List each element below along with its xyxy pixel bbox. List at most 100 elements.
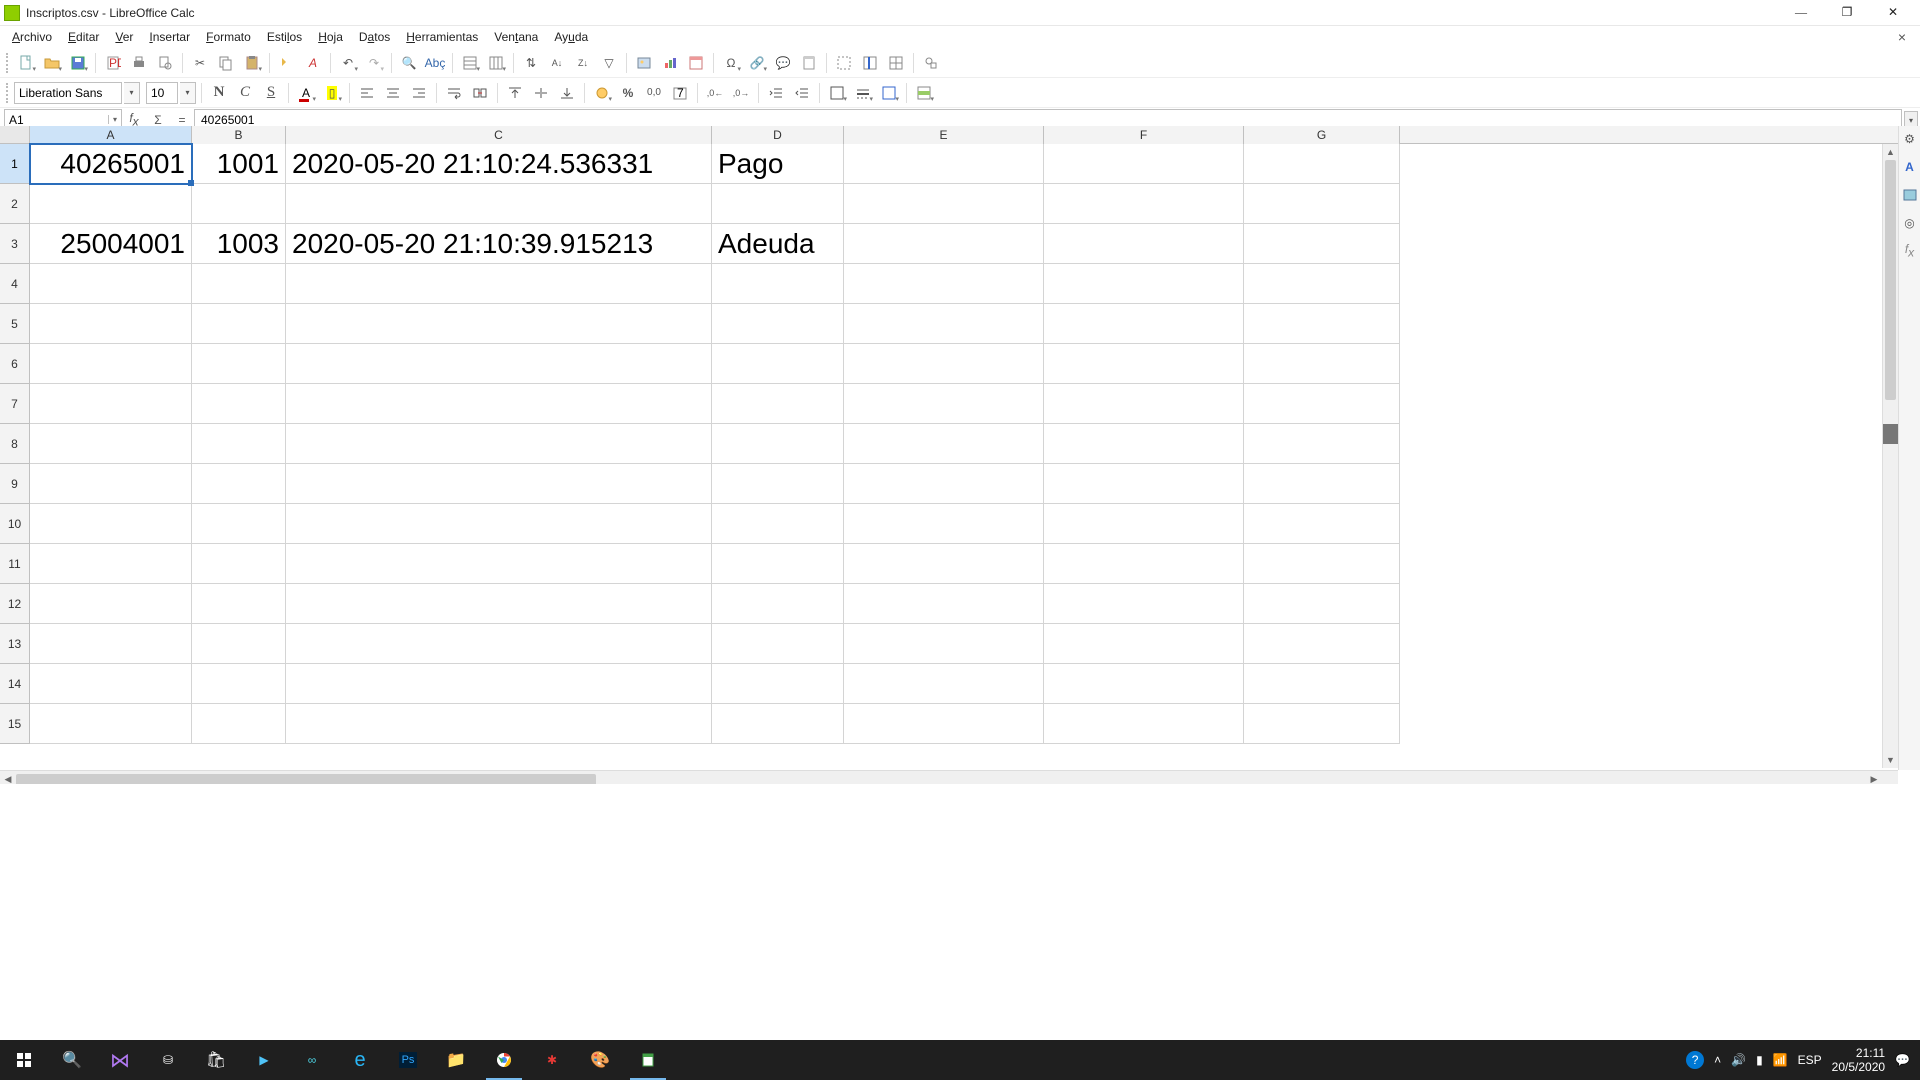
- taskbar-libreoffice-icon[interactable]: [624, 1040, 672, 1080]
- tray-clock[interactable]: 21:11 20/5/2020: [1832, 1046, 1885, 1075]
- row-header[interactable]: 1: [0, 144, 30, 184]
- column-operations-button[interactable]: [484, 51, 508, 75]
- row-header[interactable]: 6: [0, 344, 30, 384]
- menu-archivo[interactable]: Archivo: [4, 28, 60, 46]
- menu-herramientas[interactable]: Herramientas: [398, 28, 486, 46]
- start-button[interactable]: [0, 1040, 48, 1080]
- cell-E6[interactable]: [844, 344, 1044, 384]
- cell-C1[interactable]: 2020-05-20 21:10:24.536331: [286, 144, 712, 184]
- cell-G4[interactable]: [1244, 264, 1400, 304]
- headers-footers-button[interactable]: [797, 51, 821, 75]
- cell-D1[interactable]: Pago: [712, 144, 844, 184]
- clear-formatting-button[interactable]: A: [301, 51, 325, 75]
- cell-A2[interactable]: [30, 184, 192, 224]
- row-header[interactable]: 8: [0, 424, 30, 464]
- cell-B11[interactable]: [192, 544, 286, 584]
- row-header[interactable]: 10: [0, 504, 30, 544]
- tray-volume-icon[interactable]: 🔊: [1731, 1053, 1746, 1067]
- vertical-scroll-thumb[interactable]: [1885, 160, 1896, 400]
- align-right-button[interactable]: [407, 81, 431, 105]
- cell-D14[interactable]: [712, 664, 844, 704]
- cell-A5[interactable]: [30, 304, 192, 344]
- cell-B6[interactable]: [192, 344, 286, 384]
- cell-D9[interactable]: [712, 464, 844, 504]
- column-header-D[interactable]: D: [712, 126, 844, 144]
- align-vcenter-button[interactable]: [529, 81, 553, 105]
- cell-G11[interactable]: [1244, 544, 1400, 584]
- border-style-button[interactable]: [851, 81, 875, 105]
- insert-special-char-button[interactable]: Ω: [719, 51, 743, 75]
- cell-C2[interactable]: [286, 184, 712, 224]
- column-header-F[interactable]: F: [1044, 126, 1244, 144]
- number-format-button[interactable]: 0,0: [642, 81, 666, 105]
- cell-E9[interactable]: [844, 464, 1044, 504]
- increase-indent-button[interactable]: [764, 81, 788, 105]
- tray-notifications-icon[interactable]: 💬: [1895, 1053, 1910, 1067]
- cell-C14[interactable]: [286, 664, 712, 704]
- cell-D12[interactable]: [712, 584, 844, 624]
- insert-comment-button[interactable]: 💬: [771, 51, 795, 75]
- cell-F12[interactable]: [1044, 584, 1244, 624]
- merge-cells-button[interactable]: [468, 81, 492, 105]
- cell-D13[interactable]: [712, 624, 844, 664]
- row-header[interactable]: 13: [0, 624, 30, 664]
- cell-A15[interactable]: [30, 704, 192, 744]
- cell-D15[interactable]: [712, 704, 844, 744]
- cell-A12[interactable]: [30, 584, 192, 624]
- cell-B4[interactable]: [192, 264, 286, 304]
- font-size-dropdown[interactable]: ▾: [180, 82, 196, 104]
- date-format-button[interactable]: 7: [668, 81, 692, 105]
- cell-A8[interactable]: [30, 424, 192, 464]
- decrease-indent-button[interactable]: [790, 81, 814, 105]
- clone-formatting-button[interactable]: [275, 51, 299, 75]
- cell-E7[interactable]: [844, 384, 1044, 424]
- cell-G10[interactable]: [1244, 504, 1400, 544]
- cell-B14[interactable]: [192, 664, 286, 704]
- row-header[interactable]: 11: [0, 544, 30, 584]
- row-header[interactable]: 4: [0, 264, 30, 304]
- window-close-button[interactable]: ✕: [1870, 0, 1916, 26]
- cell-A7[interactable]: [30, 384, 192, 424]
- cell-E8[interactable]: [844, 424, 1044, 464]
- cell-D11[interactable]: [712, 544, 844, 584]
- cell-C9[interactable]: [286, 464, 712, 504]
- sort-button[interactable]: ⇅: [519, 51, 543, 75]
- sort-desc-button[interactable]: Z↓: [571, 51, 595, 75]
- cell-B1[interactable]: 1001: [192, 144, 286, 184]
- print-button[interactable]: [127, 51, 151, 75]
- cell-A13[interactable]: [30, 624, 192, 664]
- bold-button[interactable]: N: [207, 81, 231, 105]
- insert-pivot-button[interactable]: [684, 51, 708, 75]
- cell-B3[interactable]: 1003: [192, 224, 286, 264]
- search-button[interactable]: 🔍: [48, 1040, 96, 1080]
- menu-ventana[interactable]: Ventana: [486, 28, 546, 46]
- taskbar-vs-icon[interactable]: ⋈: [96, 1040, 144, 1080]
- open-button[interactable]: [40, 51, 64, 75]
- cell-C13[interactable]: [286, 624, 712, 664]
- new-document-button[interactable]: [14, 51, 38, 75]
- menu-formato[interactable]: Formato: [198, 28, 259, 46]
- cell-E12[interactable]: [844, 584, 1044, 624]
- cell-C5[interactable]: [286, 304, 712, 344]
- taskbar-spyder-icon[interactable]: ✱: [528, 1040, 576, 1080]
- font-name-dropdown[interactable]: ▾: [124, 82, 140, 104]
- cell-F4[interactable]: [1044, 264, 1244, 304]
- toolbar-handle[interactable]: [6, 53, 10, 73]
- column-header-B[interactable]: B: [192, 126, 286, 144]
- toolbar-handle[interactable]: [6, 83, 10, 103]
- cell-E15[interactable]: [844, 704, 1044, 744]
- taskbar-store-icon[interactable]: 🛍: [192, 1040, 240, 1080]
- define-print-area-button[interactable]: [832, 51, 856, 75]
- save-button[interactable]: [66, 51, 90, 75]
- row-operations-button[interactable]: [458, 51, 482, 75]
- cell-E5[interactable]: [844, 304, 1044, 344]
- insert-image-button[interactable]: [632, 51, 656, 75]
- cell-A1[interactable]: 40265001: [30, 144, 192, 184]
- sort-asc-button[interactable]: A↓: [545, 51, 569, 75]
- taskbar-paint-icon[interactable]: 🎨: [576, 1040, 624, 1080]
- cell-A4[interactable]: [30, 264, 192, 304]
- cell-D7[interactable]: [712, 384, 844, 424]
- font-size-input[interactable]: [146, 82, 178, 104]
- align-bottom-button[interactable]: [555, 81, 579, 105]
- cell-F9[interactable]: [1044, 464, 1244, 504]
